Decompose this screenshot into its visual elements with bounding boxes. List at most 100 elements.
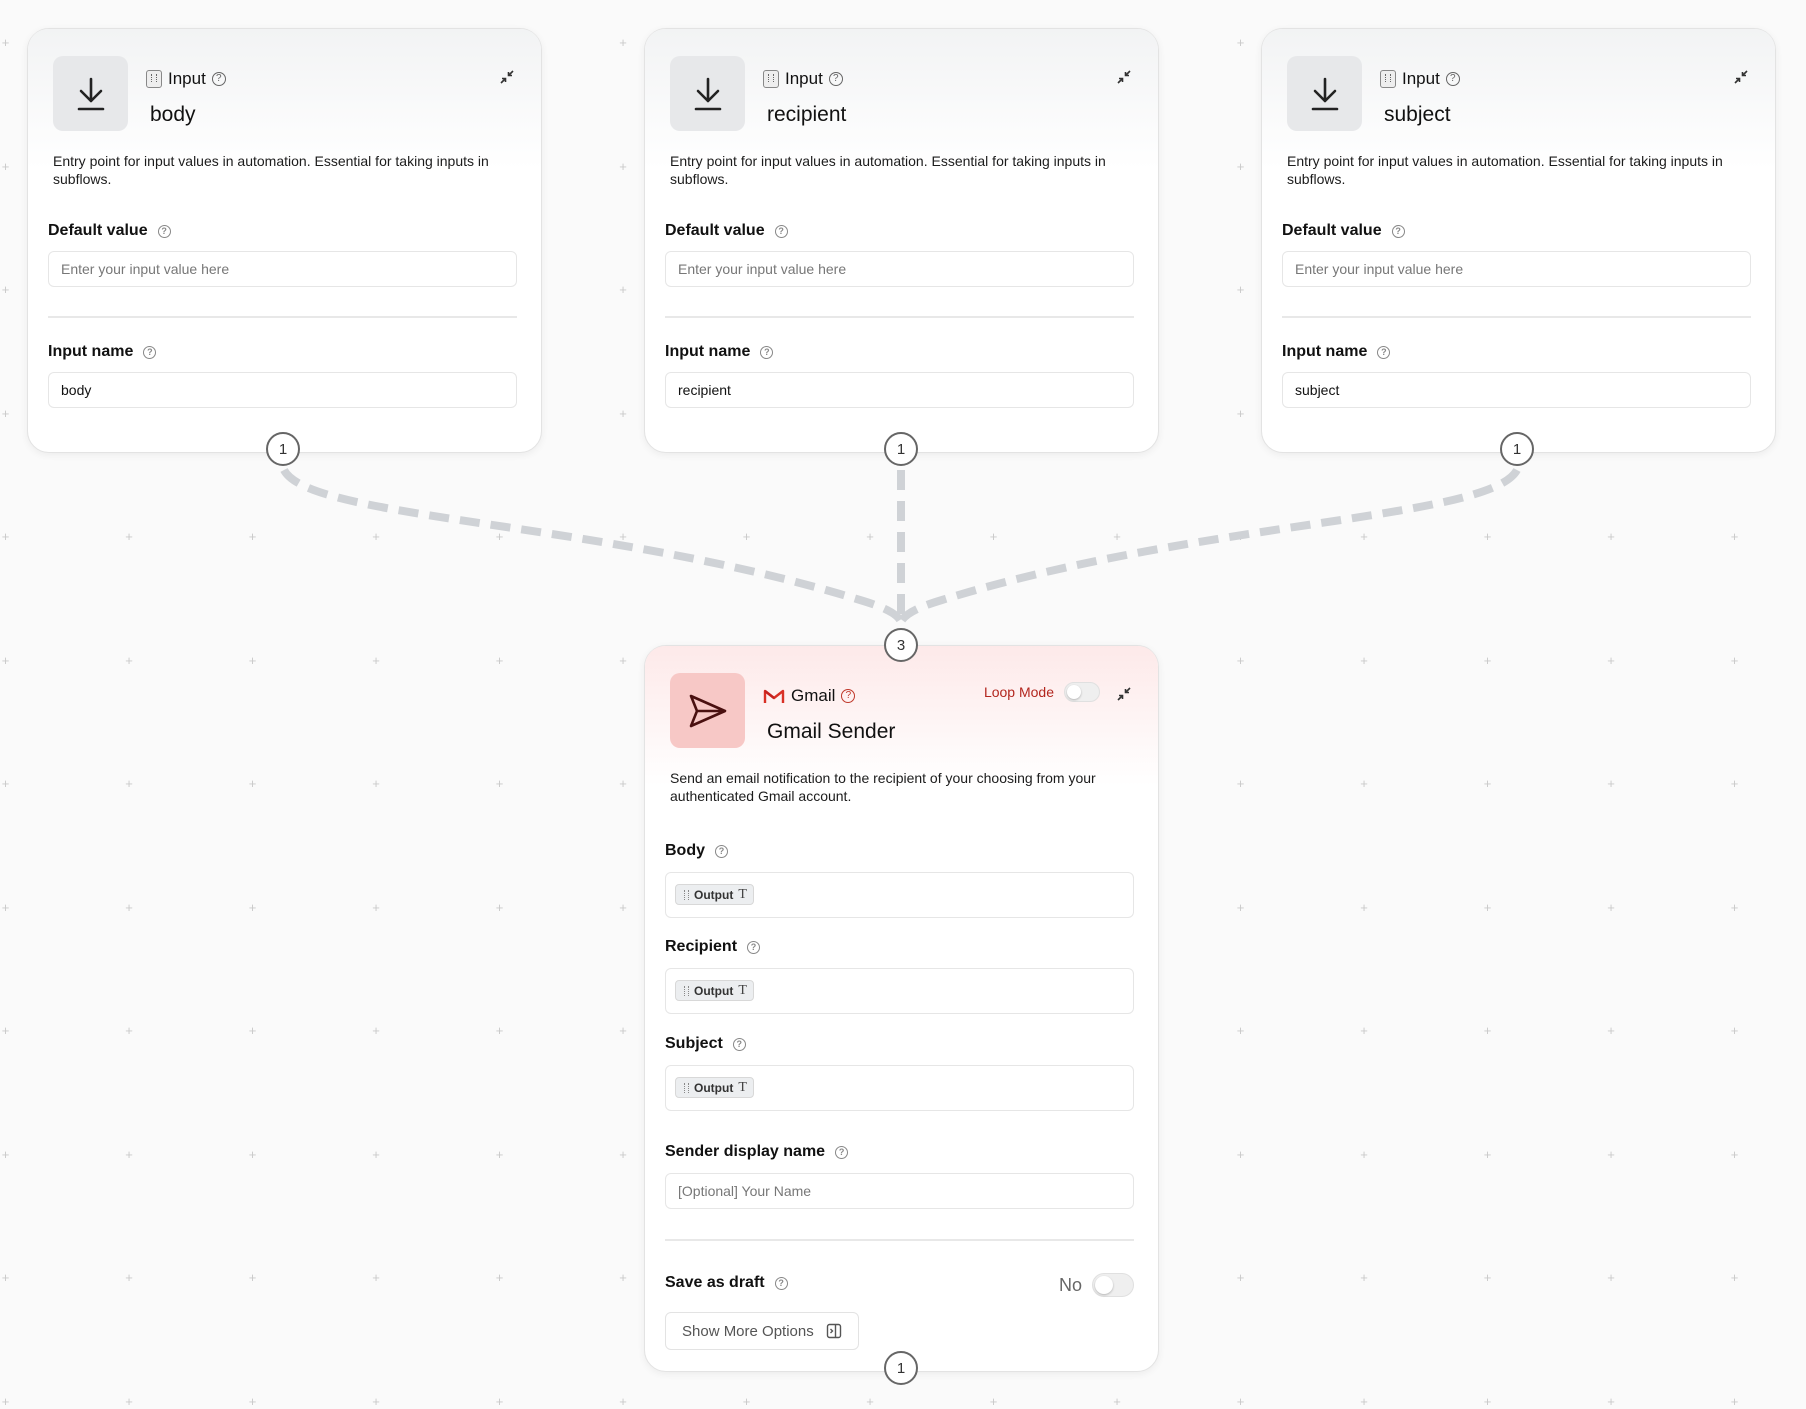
save-as-draft-toggle[interactable] <box>1092 1273 1134 1297</box>
help-icon[interactable]: ? <box>828 72 843 86</box>
grid-dot: + <box>1730 529 1739 544</box>
grid-dot: + <box>619 529 627 544</box>
collapse-icon[interactable] <box>1116 69 1132 85</box>
text-type-icon: T <box>738 886 747 902</box>
grid-dot: + <box>1607 1146 1615 1162</box>
loop-mode-toggle[interactable] <box>1064 682 1100 702</box>
grid-dot: + <box>1236 35 1245 50</box>
node-kind: Gmail ? <box>763 686 856 706</box>
gmail-output-port[interactable]: 1 <box>884 1351 918 1385</box>
grid-dot: + <box>619 899 627 915</box>
input-name-input[interactable] <box>665 372 1134 408</box>
grid-dot: + <box>495 1270 504 1285</box>
help-icon[interactable]: ? <box>747 940 761 954</box>
collapse-icon[interactable] <box>1733 69 1749 85</box>
grid-dot: + <box>619 1270 627 1285</box>
input-name-input[interactable] <box>48 372 517 408</box>
input-name-input[interactable] <box>1282 372 1751 408</box>
grid-dot: + <box>1483 529 1492 544</box>
help-icon[interactable]: ? <box>1391 224 1405 238</box>
grid-dot: + <box>1236 1270 1245 1285</box>
grid-dot: + <box>1483 652 1492 668</box>
download-icon <box>53 56 128 131</box>
grid-dot: + <box>1607 776 1615 791</box>
toggle-knob <box>1095 1276 1113 1294</box>
grid-dot: + <box>1 1270 10 1285</box>
divider <box>1282 316 1751 318</box>
help-icon[interactable]: ? <box>715 844 728 858</box>
grid-dot: + <box>866 529 874 544</box>
help-icon[interactable]: ? <box>835 1145 849 1159</box>
help-icon[interactable]: ? <box>841 689 856 703</box>
help-icon[interactable]: ? <box>1377 345 1391 359</box>
subject-field-input[interactable]: Output T <box>665 1065 1134 1111</box>
grid-dot: + <box>1730 1270 1739 1285</box>
show-more-options-label: Show More Options <box>682 1322 814 1340</box>
gmail-sender-node[interactable]: Gmail ? Gmail Sender Loop Mode Send an e… <box>644 645 1159 1372</box>
node-header[interactable]: Gmail ? Gmail Sender Loop Mode <box>645 646 1158 786</box>
help-icon[interactable]: ? <box>732 1037 746 1051</box>
node-header[interactable]: Input ? recipient <box>645 29 1158 169</box>
input-type-icon <box>146 70 162 88</box>
output-chip[interactable]: Output T <box>675 884 754 905</box>
grid-dot: + <box>1360 899 1368 915</box>
collapse-icon[interactable] <box>1116 686 1132 702</box>
body-field-input[interactable]: Output T <box>665 872 1134 918</box>
grid-dot: + <box>1113 529 1121 544</box>
help-icon[interactable]: ? <box>774 1276 788 1290</box>
grid-dot: + <box>125 776 133 791</box>
grid-dot: + <box>619 35 627 50</box>
help-icon[interactable]: ? <box>211 72 226 86</box>
drag-grip-icon[interactable] <box>684 889 689 900</box>
download-icon <box>670 56 745 131</box>
grid-dot: + <box>989 529 998 544</box>
grid-dot: + <box>248 1146 257 1162</box>
input-type-icon <box>1380 70 1396 88</box>
input-node-recipient[interactable]: Input ? recipient Entry point for input … <box>644 28 1159 453</box>
grid-dot: + <box>619 1393 627 1409</box>
node-kind: Input ? <box>146 69 226 89</box>
node-title: Gmail Sender <box>767 720 896 743</box>
show-more-options-button[interactable]: Show More Options <box>665 1312 859 1350</box>
grid-dot: + <box>1236 1393 1245 1409</box>
grid-dot: + <box>1483 1270 1492 1285</box>
input-name-label: Input name? <box>1282 343 1391 361</box>
output-port-body[interactable]: 1 <box>266 432 300 466</box>
save-as-draft-control: No <box>1059 1273 1134 1297</box>
output-chip[interactable]: Output T <box>675 1077 754 1098</box>
grid-dot: + <box>1607 1270 1615 1285</box>
grid-dot: + <box>495 776 504 791</box>
help-icon[interactable]: ? <box>1445 72 1460 86</box>
grid-dot: + <box>619 158 627 174</box>
grid-dot: + <box>1360 1393 1368 1409</box>
drag-grip-icon[interactable] <box>684 985 689 996</box>
grid-dot: + <box>125 1146 133 1162</box>
text-type-icon: T <box>738 1079 747 1095</box>
help-icon[interactable]: ? <box>760 345 774 359</box>
grid-dot: + <box>372 652 380 668</box>
output-chip[interactable]: Output T <box>675 980 754 1001</box>
help-icon[interactable]: ? <box>143 345 157 359</box>
grid-dot: + <box>1483 899 1492 915</box>
default-value-input[interactable] <box>665 251 1134 287</box>
recipient-field-input[interactable]: Output T <box>665 968 1134 1014</box>
default-value-input[interactable] <box>1282 251 1751 287</box>
grid-dot: + <box>495 1146 504 1162</box>
drag-grip-icon[interactable] <box>684 1082 689 1093</box>
input-node-subject[interactable]: Input ? subject Entry point for input va… <box>1261 28 1776 453</box>
grid-dot: + <box>1730 899 1739 915</box>
input-node-body[interactable]: Input ? body Entry point for input value… <box>27 28 542 453</box>
grid-dot: + <box>1360 1270 1368 1285</box>
output-port-recipient[interactable]: 1 <box>884 432 918 466</box>
collapse-icon[interactable] <box>499 69 515 85</box>
node-header[interactable]: Input ? body <box>28 29 541 169</box>
gmail-input-port[interactable]: 3 <box>884 628 918 662</box>
node-header[interactable]: Input ? subject <box>1262 29 1775 169</box>
output-port-subject[interactable]: 1 <box>1500 432 1534 466</box>
help-icon[interactable]: ? <box>774 224 788 238</box>
default-value-input[interactable] <box>48 251 517 287</box>
grid-dot: + <box>1360 1146 1368 1162</box>
sender-name-input[interactable] <box>665 1173 1134 1209</box>
text-type-icon: T <box>738 982 747 998</box>
help-icon[interactable]: ? <box>157 224 171 238</box>
